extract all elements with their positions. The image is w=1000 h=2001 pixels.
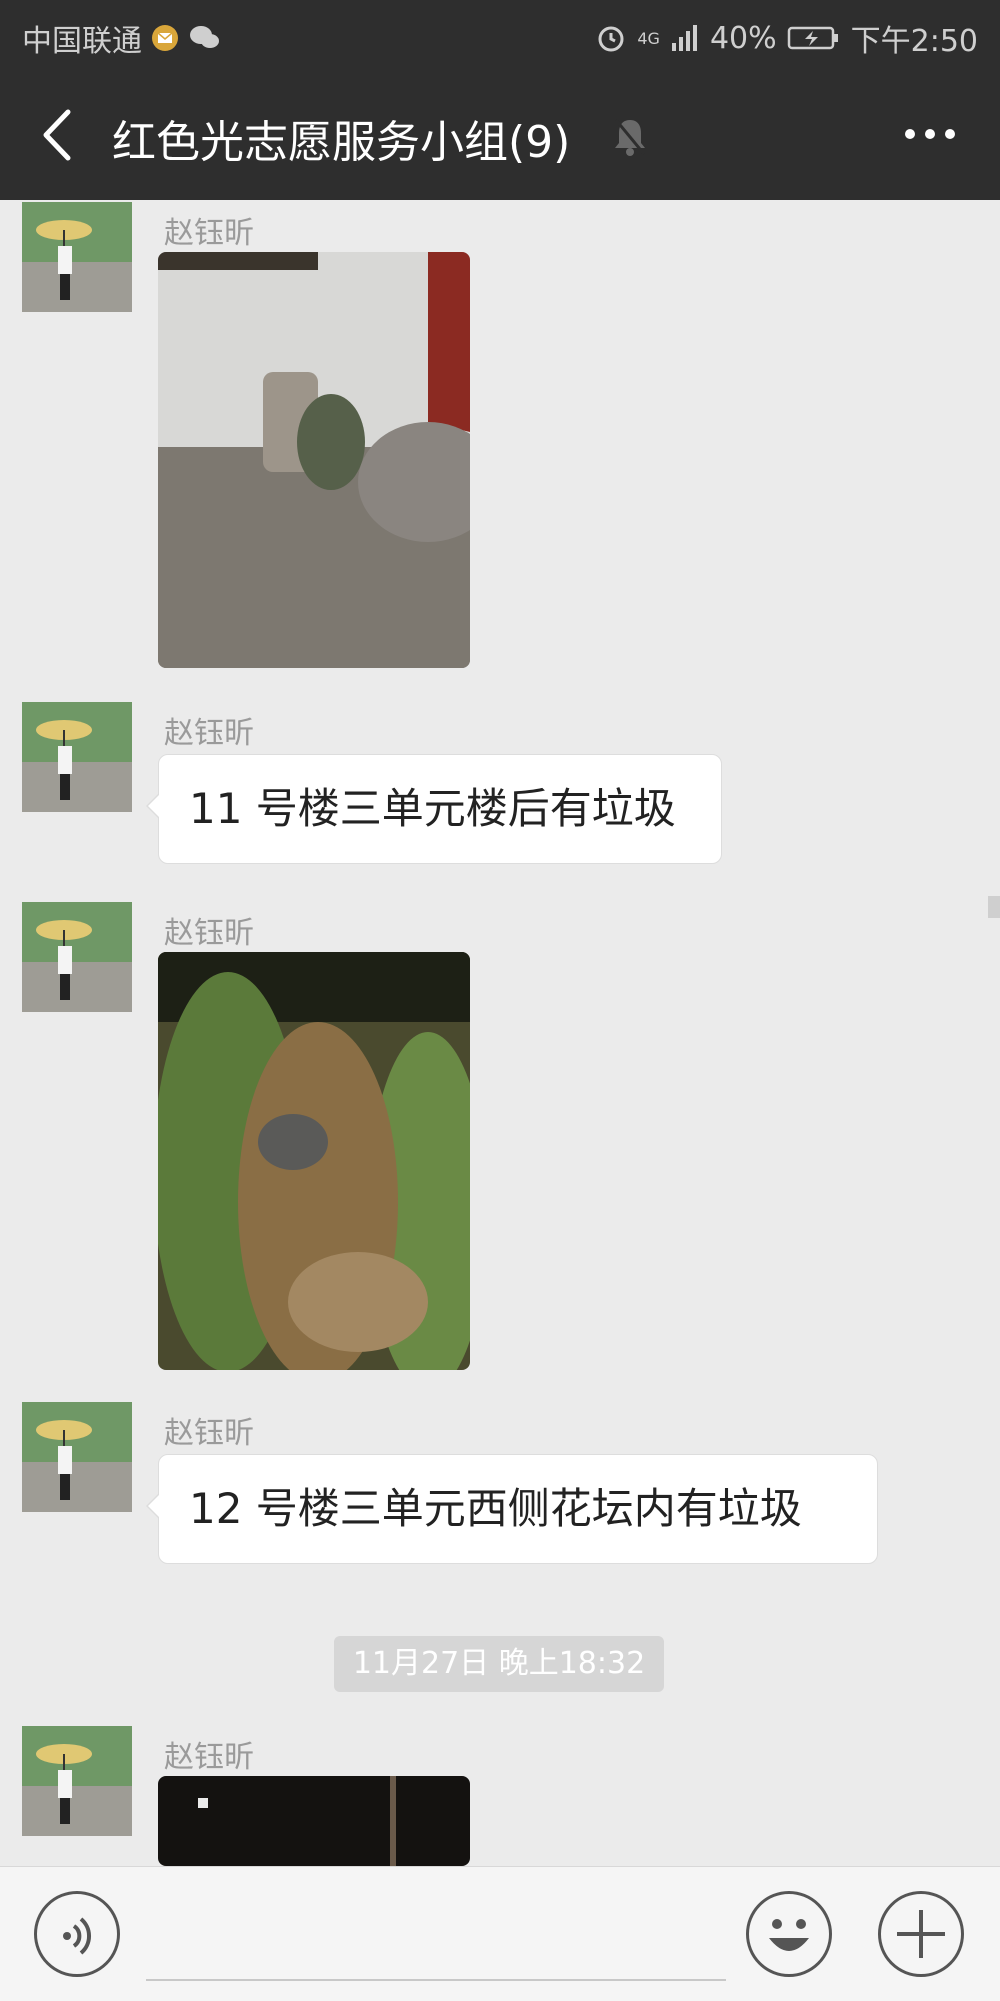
message-text-bubble[interactable]: 12 号楼三单元西侧花坛内有垃圾 [146, 1454, 878, 1564]
status-left: 中国联通 [22, 16, 222, 60]
message-image[interactable] [158, 952, 470, 1370]
more-dots-icon[interactable] [900, 114, 960, 154]
wechat-icon [190, 26, 219, 48]
message-text-bubble[interactable]: 11 号楼三单元楼后有垃圾 [146, 754, 722, 864]
scroll-indicator[interactable] [988, 896, 1000, 918]
sender-name: 赵钰昕 [164, 216, 254, 251]
input-bar [0, 1866, 1000, 2001]
sender-name: 赵钰昕 [164, 916, 254, 951]
avatar[interactable] [22, 702, 132, 812]
plus-icon [897, 1910, 945, 1958]
clock-label: 下午2:50 [850, 24, 978, 59]
back-chevron-icon[interactable] [34, 104, 84, 166]
muted-bell-icon [614, 119, 646, 156]
avatar[interactable] [22, 202, 132, 312]
sender-name: 赵钰昕 [164, 1416, 254, 1451]
voice-input-icon [63, 1917, 92, 1955]
plus-button[interactable] [878, 1891, 964, 1977]
chat-header: 红色光志愿服务小组(9) [0, 70, 1000, 200]
avatar[interactable] [22, 902, 132, 1012]
emoji-icon [769, 1919, 809, 1951]
status-right: 4G 40% 下午2:50 [595, 16, 978, 60]
message-image[interactable] [158, 252, 470, 668]
carrier-label: 中国联通 [22, 24, 142, 59]
avatar[interactable] [22, 1726, 132, 1836]
mail-notification-icon [152, 25, 178, 51]
alarm-icon [598, 26, 624, 52]
voice-input-button[interactable] [34, 1891, 120, 1977]
signal-icon [671, 25, 697, 51]
emoji-button[interactable] [746, 1891, 832, 1977]
sender-name: 赵钰昕 [164, 716, 254, 751]
chat-title: 红色光志愿服务小组(9) [112, 117, 571, 168]
battery-label: 40% [709, 20, 777, 56]
battery-icon [787, 26, 838, 50]
network-label: 4G [637, 28, 660, 48]
status-bar: 中国联通 4G 40% 下午2:50 [0, 0, 1000, 70]
sender-name: 赵钰昕 [164, 1740, 254, 1775]
message-image[interactable] [158, 1776, 470, 1866]
message-input[interactable] [146, 1901, 726, 1981]
avatar[interactable] [22, 1402, 132, 1512]
chat-timestamp: 11月27日 晚上18:32 [334, 1636, 664, 1692]
